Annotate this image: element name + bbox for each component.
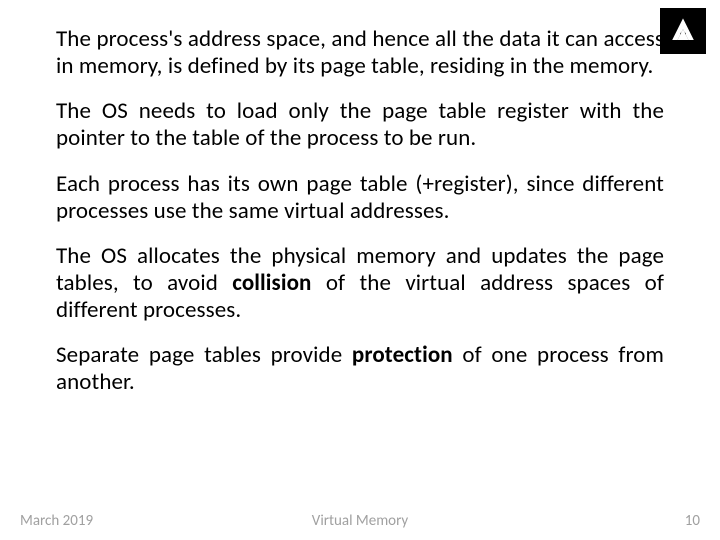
institution-logo	[660, 8, 706, 54]
bold-protection: protection	[352, 341, 453, 369]
footer: March 2019 Virtual Memory 10	[0, 512, 720, 530]
paragraph-4: The OS allocates the physical memory and…	[56, 243, 664, 324]
paragraph-1: The process's address space, and hence a…	[56, 26, 664, 80]
slide: The process's address space, and hence a…	[0, 0, 720, 540]
bold-collision: collision	[232, 269, 311, 297]
text: Separate page tables provide	[56, 341, 352, 369]
paragraph-2: The OS needs to load only the page table…	[56, 98, 664, 152]
text: Each process has its own page table (+re…	[56, 170, 664, 225]
footer-page-number: 10	[685, 512, 700, 530]
paragraph-3: Each process has its own page table (+re…	[56, 171, 664, 225]
text: The OS needs to load only the page table…	[56, 97, 664, 152]
text: The process's address space, and hence a…	[56, 25, 664, 80]
technion-icon	[665, 13, 701, 49]
paragraph-5: Separate page tables provide protection …	[56, 342, 664, 396]
footer-title: Virtual Memory	[312, 512, 408, 530]
footer-date: March 2019	[20, 512, 93, 530]
